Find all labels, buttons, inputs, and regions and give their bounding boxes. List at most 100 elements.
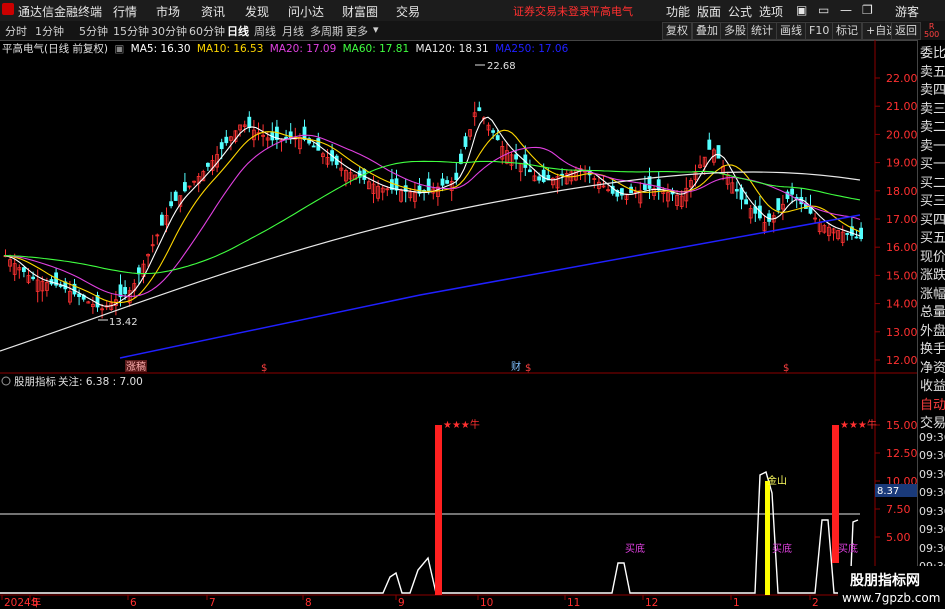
price-tick-label: 17.00 <box>886 213 917 226</box>
price-tick-label: 18.00 <box>886 185 917 198</box>
sidebar-item[interactable]: 总量 <box>920 301 945 320</box>
period-30min[interactable]: 30分钟 <box>151 23 187 39</box>
sidebar-item[interactable]: 买五 <box>920 227 945 246</box>
menu-trade[interactable]: 交易 <box>396 3 420 20</box>
menu-news[interactable]: 资讯 <box>201 3 225 20</box>
period-more[interactable]: 更多 <box>346 23 368 39</box>
multi-stock-button[interactable]: 多股 <box>720 22 750 40</box>
menu-market[interactable]: 市场 <box>156 3 180 20</box>
signal-gold: 金山 <box>767 474 787 487</box>
period-multi[interactable]: 多周期 <box>310 23 343 39</box>
period-60min[interactable]: 60分钟 <box>189 23 225 39</box>
kline-chart[interactable]: 22.0021.0020.0019.0018.0017.0016.0015.00… <box>0 40 917 609</box>
sidebar-item[interactable]: 现价 <box>920 246 945 265</box>
indicator-title: 股朋指标 <box>14 375 56 388</box>
dividend-marker-1[interactable]: $ <box>261 363 267 374</box>
indicator-tick-label: 7.50 <box>886 503 911 516</box>
r-badge[interactable]: R 500 <box>924 23 939 39</box>
dividend-marker-2[interactable]: $ <box>525 363 531 374</box>
sidebar-item[interactable]: 09:36 <box>919 449 945 462</box>
period-intraday[interactable]: 分时 <box>5 23 27 39</box>
candle-body <box>716 145 721 159</box>
price-tick-label: 14.00 <box>886 298 917 311</box>
candle-body <box>463 136 468 147</box>
app-logo-icon <box>2 3 14 15</box>
menu-options[interactable]: 选项 <box>759 3 783 20</box>
candle-body <box>744 199 748 205</box>
menu-ask[interactable]: 问小达 <box>288 3 324 20</box>
sidebar-item[interactable]: 09:36 <box>919 505 945 518</box>
time-tick-label: 9 <box>398 597 405 609</box>
time-tick-label: 5 <box>32 597 39 609</box>
menu-wealth[interactable]: 财富圈 <box>342 3 378 20</box>
draw-line-button[interactable]: 画线 <box>776 22 806 40</box>
sidebar-item[interactable]: 卖四 <box>920 79 945 98</box>
candle-body <box>790 188 794 195</box>
sidebar-item[interactable]: 09:36 <box>919 523 945 536</box>
period-monthly[interactable]: 月线 <box>282 23 304 39</box>
stats-button[interactable]: 统计 <box>747 22 777 40</box>
sidebar-item[interactable]: 外盘 <box>920 320 945 339</box>
indicator-toggle-icon[interactable] <box>1 376 11 386</box>
user-label[interactable]: 游客 <box>895 3 919 20</box>
adjust-button[interactable]: 复权 <box>662 22 692 40</box>
menu-discover[interactable]: 发现 <box>245 3 269 20</box>
sidebar-item[interactable]: 买一 <box>920 153 945 172</box>
sidebar-item[interactable]: 09:36 <box>919 431 945 444</box>
signal-bar-1 <box>435 425 442 595</box>
mark-button[interactable]: 标记 <box>832 22 862 40</box>
sidebar-item[interactable]: 买二 <box>920 172 945 191</box>
back-button[interactable]: 返回 <box>891 22 921 40</box>
indicator-tick-label: 12.50 <box>886 447 917 460</box>
sidebar-item[interactable]: 卖三 <box>920 98 945 117</box>
sidebar-item[interactable]: 卖一 <box>920 135 945 154</box>
candle-body <box>123 287 127 295</box>
period-15min[interactable]: 15分钟 <box>113 23 149 39</box>
menu-layout[interactable]: 版面 <box>697 3 721 20</box>
window-icon-1[interactable]: ▣ <box>796 3 807 17</box>
menu-quotes[interactable]: 行情 <box>113 3 137 20</box>
sidebar-item[interactable]: 卖二 <box>920 116 945 135</box>
sidebar-item[interactable]: 买三 <box>920 190 945 209</box>
sidebar-item[interactable]: 收益 <box>920 375 945 394</box>
minimize-icon[interactable]: — <box>840 3 852 17</box>
limit-up-marker[interactable]: 涨稿 <box>126 360 146 373</box>
trade-login-alert[interactable]: 证券交易未登录 <box>513 3 590 19</box>
sidebar-item[interactable]: 净资 <box>920 357 945 376</box>
period-weekly[interactable]: 周线 <box>254 23 276 39</box>
app-title: 通达信金融终端 <box>18 5 103 19</box>
sidebar-item[interactable]: 买四 <box>920 209 945 228</box>
sidebar-item[interactable]: 交易 <box>920 412 945 431</box>
sidebar-item[interactable]: 涨幅 <box>920 283 945 302</box>
candle-body <box>458 153 463 164</box>
more-chevron-icon[interactable]: ▾ <box>373 23 379 36</box>
overlay-button[interactable]: 叠加 <box>692 22 722 40</box>
watermark: 股朋指标网 www.7gpzb.com <box>838 566 945 609</box>
menu-formula[interactable]: 公式 <box>728 3 752 20</box>
f10-button[interactable]: F10 <box>805 22 834 40</box>
window-icon-2[interactable]: ▭ <box>818 3 829 17</box>
period-5min[interactable]: 5分钟 <box>79 23 108 39</box>
candle-body <box>159 214 164 226</box>
candle-body <box>514 154 518 160</box>
restore-icon[interactable]: ❐ <box>862 3 873 17</box>
period-1min[interactable]: 1分钟 <box>35 23 64 39</box>
candle-body <box>477 107 482 112</box>
candle-body <box>284 136 289 140</box>
menu-function[interactable]: 功能 <box>666 3 690 20</box>
candle-body <box>426 178 431 192</box>
sidebar-item[interactable]: 09:36 <box>919 542 945 555</box>
sidebar-item[interactable]: 自动 <box>920 394 945 413</box>
sidebar-item[interactable]: 09:36 <box>919 468 945 481</box>
sidebar-item[interactable]: 09:36 <box>919 486 945 499</box>
high-price-label: 22.68 <box>487 61 516 72</box>
candle-body <box>219 142 224 150</box>
sidebar-item[interactable]: 卖五 <box>920 61 945 80</box>
sidebar-item[interactable]: 涨跌 <box>920 264 945 283</box>
finance-marker[interactable]: 财 <box>511 360 521 373</box>
sidebar-item[interactable]: 委比 <box>920 42 945 61</box>
price-tick-label: 21.00 <box>886 100 917 113</box>
dividend-marker-3[interactable]: $ <box>783 363 789 374</box>
period-daily[interactable]: 日线 <box>227 23 249 39</box>
sidebar-item[interactable]: 换手 <box>920 338 945 357</box>
